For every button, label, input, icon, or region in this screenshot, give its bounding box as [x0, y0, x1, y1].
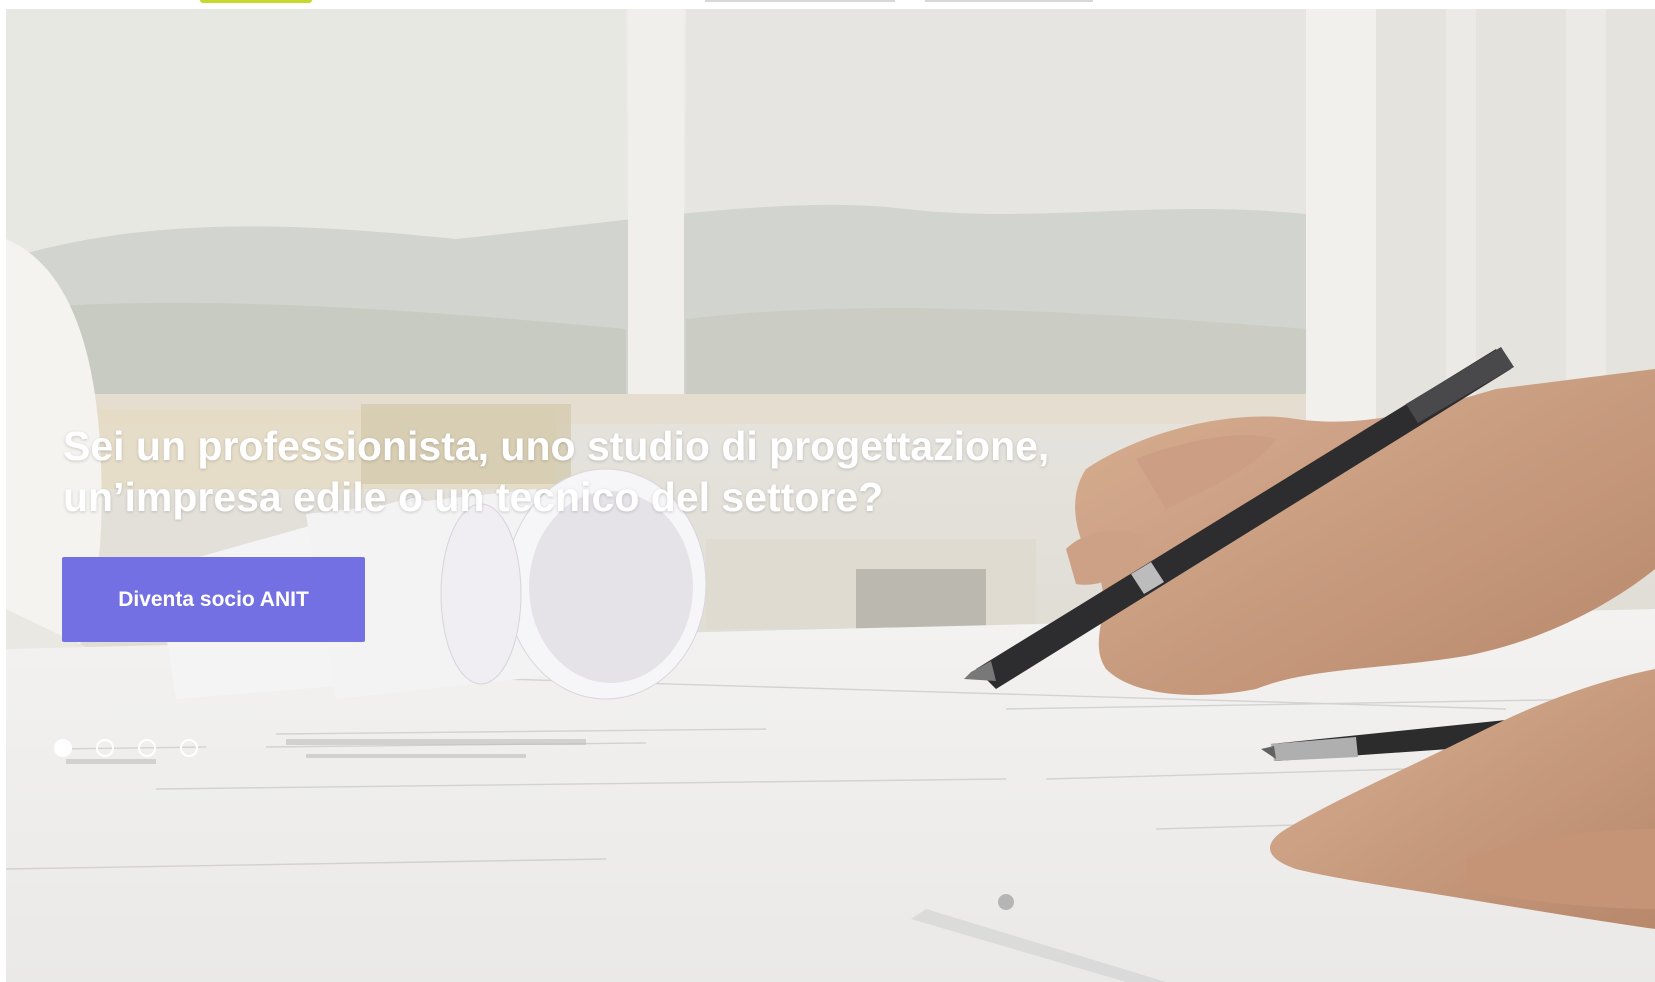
hero-title-line2: un’impresa edile o un tecnico del settor… — [63, 474, 884, 520]
slider-dot-1[interactable] — [54, 739, 72, 757]
logo-edge[interactable] — [200, 0, 312, 3]
slider-dot-3[interactable] — [138, 739, 156, 757]
slider-dot-2[interactable] — [96, 739, 114, 757]
page: Sei un professionista, uno studio di pro… — [0, 0, 1655, 982]
header-button-edge[interactable] — [705, 0, 895, 2]
diventa-socio-button[interactable]: Diventa socio ANIT — [62, 557, 365, 642]
slider-pagination — [54, 739, 198, 757]
slider-dot-4[interactable] — [180, 739, 198, 757]
hero-title: Sei un professionista, uno studio di pro… — [63, 421, 1163, 523]
hero-title-line1: Sei un professionista, uno studio di pro… — [63, 423, 1050, 469]
header-button-edge[interactable] — [925, 0, 1093, 2]
hero-slider: Sei un professionista, uno studio di pro… — [6, 9, 1655, 982]
